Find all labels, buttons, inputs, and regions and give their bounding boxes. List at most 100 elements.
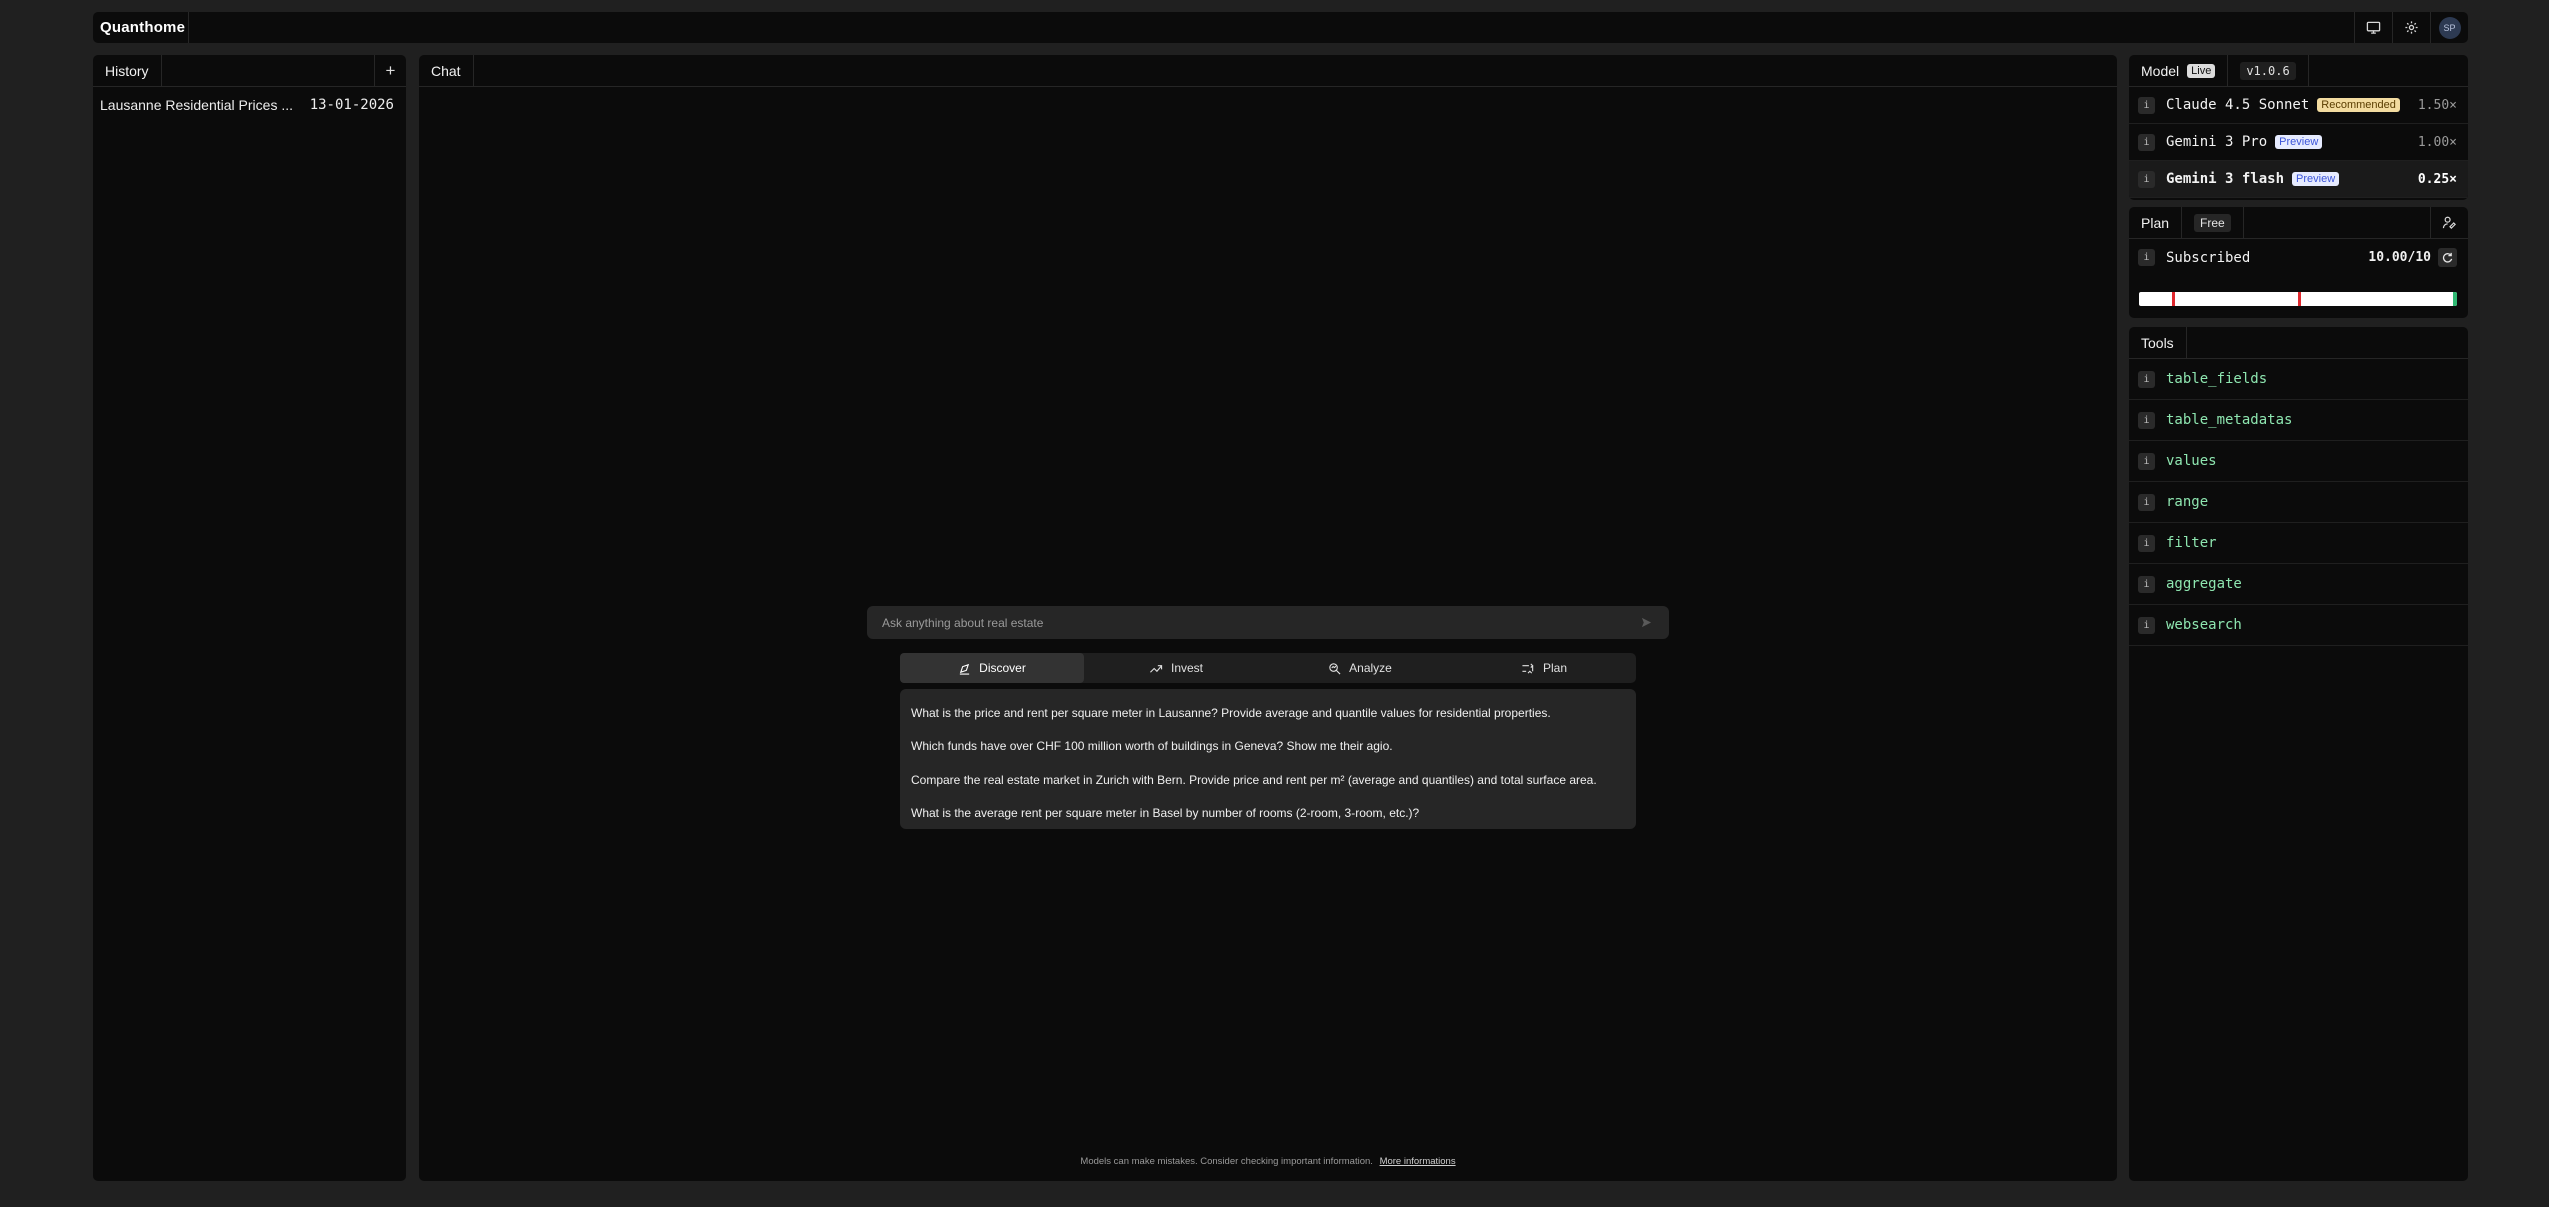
tab-history[interactable]: History bbox=[93, 55, 162, 87]
tab-plan-panel[interactable]: Plan bbox=[2129, 207, 2183, 239]
analyze-icon bbox=[1329, 662, 1341, 674]
model-option-selected[interactable]: i Gemini 3 flash Preview 0.25× bbox=[2129, 161, 2468, 198]
suggestion-item[interactable]: What is the average rent per square mete… bbox=[900, 797, 1636, 831]
account-settings-button[interactable] bbox=[2430, 207, 2468, 239]
suggestion-item[interactable]: Compare the real estate market in Zurich… bbox=[900, 763, 1636, 797]
tool-item[interactable]: i filter bbox=[2129, 523, 2468, 564]
tab-chat[interactable]: Chat bbox=[419, 55, 474, 87]
model-option[interactable]: i Claude 4.5 Sonnet Recommended 1.50× bbox=[2129, 87, 2468, 124]
tab-discover[interactable]: Discover bbox=[900, 653, 1084, 683]
version-label: v1.0.6 bbox=[2240, 61, 2296, 80]
chat-input-box bbox=[867, 606, 1669, 639]
suggestion-item[interactable]: What is the price and rent per square me… bbox=[900, 696, 1636, 730]
tool-item[interactable]: i range bbox=[2129, 482, 2468, 523]
tool-item[interactable]: i values bbox=[2129, 441, 2468, 482]
history-item[interactable]: Lausanne Residential Prices ... 13-01-20… bbox=[93, 87, 406, 123]
refresh-button[interactable] bbox=[2438, 248, 2457, 267]
info-icon[interactable]: i bbox=[2138, 616, 2155, 634]
history-header: History + bbox=[93, 55, 406, 87]
recommended-badge: Recommended bbox=[2317, 98, 2400, 112]
refresh-icon bbox=[2442, 252, 2453, 263]
settings-button[interactable] bbox=[2392, 12, 2430, 43]
tools-header: Tools bbox=[2129, 327, 2468, 359]
tool-name: websearch bbox=[2166, 617, 2242, 633]
info-icon[interactable]: i bbox=[2138, 96, 2155, 114]
tool-item[interactable]: i websearch bbox=[2129, 605, 2468, 646]
plan-header: Plan Free bbox=[2129, 207, 2468, 239]
suggestion-list: What is the price and rent per square me… bbox=[900, 689, 1636, 829]
info-icon[interactable]: i bbox=[2138, 170, 2155, 188]
display-button[interactable] bbox=[2354, 12, 2392, 43]
info-icon[interactable]: i bbox=[2138, 534, 2155, 552]
usage-bar-marker bbox=[2298, 292, 2301, 306]
top-bar: Quanthome SP bbox=[93, 12, 2468, 43]
info-icon[interactable]: i bbox=[2138, 452, 2155, 470]
usage-bar-end bbox=[2453, 292, 2457, 306]
model-multiplier: 1.50× bbox=[2417, 97, 2457, 113]
suggestion-item[interactable]: Which funds have over CHF 100 million wo… bbox=[900, 730, 1636, 764]
tool-item[interactable]: i aggregate bbox=[2129, 564, 2468, 605]
plan-badge-cell: Free bbox=[2182, 207, 2244, 239]
model-tab-label: Model bbox=[2141, 62, 2180, 79]
trend-up-icon bbox=[1150, 664, 1163, 673]
info-icon[interactable]: i bbox=[2138, 249, 2155, 266]
tab-analyze-label: Analyze bbox=[1349, 661, 1392, 675]
info-icon[interactable]: i bbox=[2138, 411, 2155, 429]
tool-name: filter bbox=[2166, 535, 2217, 551]
user-avatar[interactable]: SP bbox=[2430, 12, 2468, 43]
tab-tools[interactable]: Tools bbox=[2129, 327, 2187, 359]
history-item-title: Lausanne Residential Prices ... bbox=[100, 97, 293, 113]
model-panel: Model Live v1.0.6 i Claude 4.5 Sonnet Re… bbox=[2129, 55, 2468, 200]
tab-invest[interactable]: Invest bbox=[1084, 653, 1268, 683]
plan-icon bbox=[1522, 662, 1534, 674]
model-header: Model Live v1.0.6 bbox=[2129, 55, 2468, 87]
model-multiplier: 1.00× bbox=[2417, 134, 2457, 150]
info-icon[interactable]: i bbox=[2138, 133, 2155, 151]
tool-item[interactable]: i table_metadatas bbox=[2129, 400, 2468, 441]
plan-panel: Plan Free i Subscribed 10.00/10 bbox=[2129, 207, 2468, 318]
disclaimer-footer: Models can make mistakes. Consider check… bbox=[419, 1156, 2117, 1167]
usage-value: 10.00/10 bbox=[2368, 250, 2431, 265]
send-button[interactable] bbox=[1638, 615, 1654, 631]
chat-input[interactable] bbox=[882, 615, 1638, 630]
monitor-icon bbox=[2366, 21, 2381, 34]
info-icon[interactable]: i bbox=[2138, 370, 2155, 388]
chat-header: Chat bbox=[419, 55, 2117, 87]
model-name: Gemini 3 flash bbox=[2166, 171, 2285, 187]
tools-panel: Tools i table_fields i table_metadatas i… bbox=[2129, 327, 2468, 1181]
mode-tabs: Discover Invest Analyze Plan bbox=[900, 653, 1636, 683]
more-info-link[interactable]: More informations bbox=[1380, 1156, 1456, 1167]
tool-name: values bbox=[2166, 453, 2217, 469]
model-name: Claude 4.5 Sonnet bbox=[2166, 97, 2310, 113]
tab-invest-label: Invest bbox=[1170, 661, 1203, 675]
tool-name: range bbox=[2166, 494, 2209, 510]
live-badge: Live bbox=[2187, 63, 2216, 78]
tool-name: table_metadatas bbox=[2166, 412, 2293, 428]
app-logo[interactable]: Quanthome bbox=[93, 12, 189, 43]
version-tab: v1.0.6 bbox=[2228, 55, 2309, 87]
tool-item[interactable]: i table_fields bbox=[2129, 359, 2468, 400]
tab-discover-label: Discover bbox=[979, 661, 1026, 675]
user-settings-icon bbox=[2442, 216, 2456, 229]
subscription-status: Subscribed bbox=[2166, 249, 2251, 266]
tab-model[interactable]: Model Live bbox=[2129, 55, 2229, 87]
info-icon[interactable]: i bbox=[2138, 493, 2155, 511]
preview-badge: Preview bbox=[2292, 172, 2340, 186]
subscription-row: i Subscribed 10.00/10 bbox=[2129, 239, 2468, 276]
usage-bar bbox=[2139, 292, 2457, 306]
usage-bar-marker bbox=[2172, 292, 2175, 306]
model-option[interactable]: i Gemini 3 Pro Preview 1.00× bbox=[2129, 124, 2468, 161]
tab-plan[interactable]: Plan bbox=[1452, 653, 1636, 683]
plan-badge: Free bbox=[2194, 213, 2231, 232]
info-icon[interactable]: i bbox=[2138, 575, 2155, 593]
tab-plan-label: Plan bbox=[1542, 661, 1568, 675]
tab-analyze[interactable]: Analyze bbox=[1268, 653, 1452, 683]
model-multiplier: 0.25× bbox=[2417, 171, 2457, 187]
gear-icon bbox=[2405, 21, 2418, 34]
preview-badge: Preview bbox=[2275, 135, 2323, 149]
disclaimer-text: Models can make mistakes. Consider check… bbox=[1080, 1156, 1373, 1167]
history-item-date: 13-01-2026 bbox=[309, 97, 394, 113]
new-chat-button[interactable]: + bbox=[374, 55, 406, 87]
discover-icon bbox=[960, 663, 970, 675]
send-icon bbox=[1641, 617, 1651, 628]
